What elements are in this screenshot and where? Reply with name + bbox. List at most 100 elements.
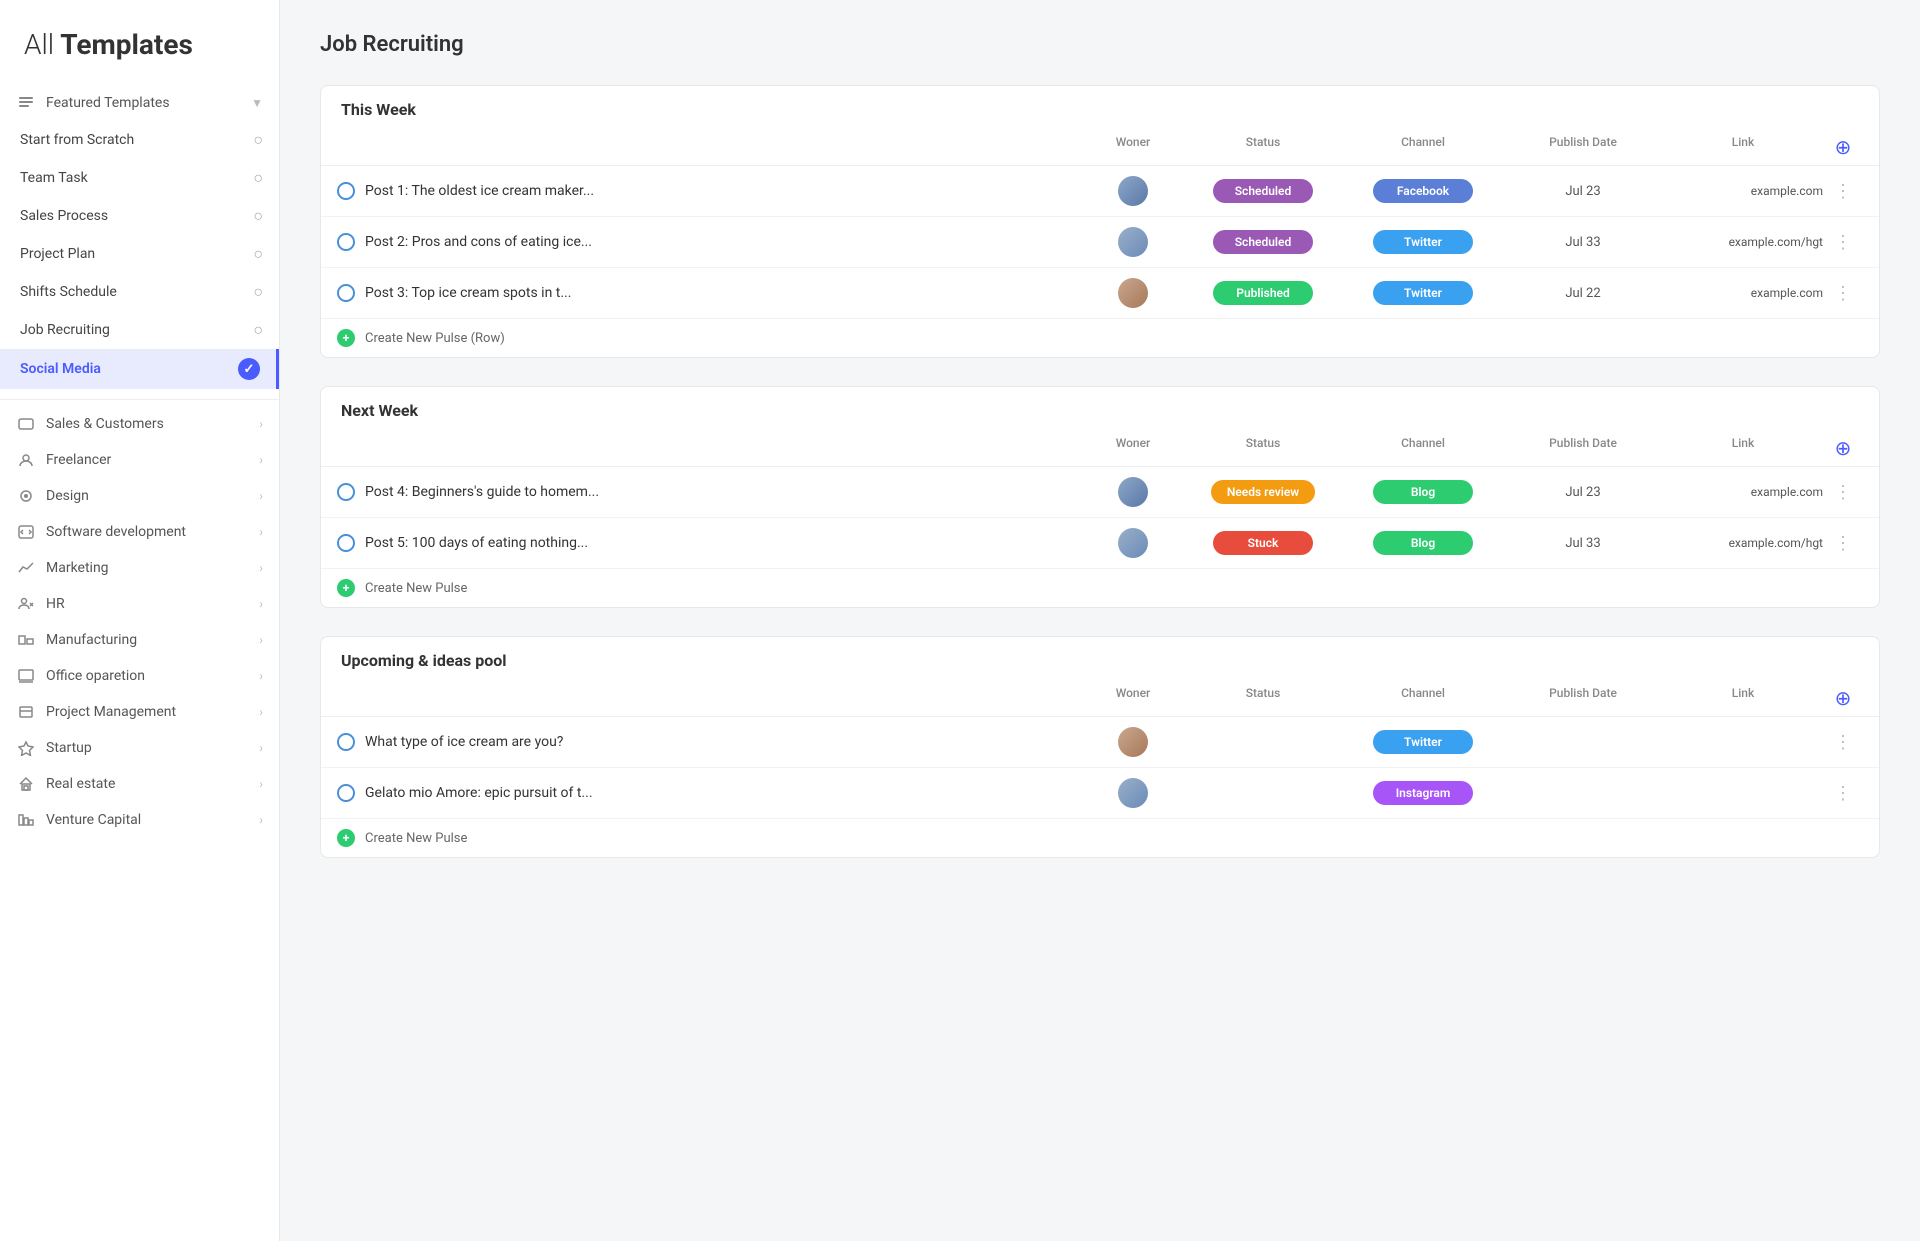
table-row: Post 3: Top ice cream spots in t... Publ… (321, 268, 1879, 319)
add-row-btn[interactable]: ⊕ (1823, 135, 1863, 159)
title-prefix: All (24, 28, 54, 61)
row-channel[interactable]: Twitter (1343, 230, 1503, 254)
design-icon (16, 486, 36, 506)
col-status: Status (1183, 436, 1343, 460)
col-publish-date: Publish Date (1503, 686, 1663, 710)
active-check-icon: ✓ (238, 358, 260, 380)
real-estate-icon (16, 774, 36, 794)
chevron-right-icon: › (259, 633, 263, 647)
row-channel[interactable]: Instagram (1343, 781, 1503, 805)
sidebar-item-manufacturing[interactable]: Manufacturing › (0, 622, 279, 658)
section-title: Next Week (341, 401, 418, 420)
sidebar-item-real-estate[interactable]: Real estate › (0, 766, 279, 802)
sidebar-item-software-development[interactable]: Software development › (0, 514, 279, 550)
check-icon: ○ (253, 320, 263, 340)
featured-templates-header[interactable]: Featured Templates ▼ (0, 85, 279, 121)
chevron-right-icon: › (259, 417, 263, 431)
row-link: example.com/hgt (1663, 536, 1823, 550)
sidebar-item-venture-capital[interactable]: Venture Capital › (0, 802, 279, 838)
row-status[interactable]: Scheduled (1183, 230, 1343, 254)
section-upcoming: Upcoming & ideas pool Woner Status Chann… (320, 636, 1880, 858)
row-status[interactable]: Scheduled (1183, 179, 1343, 203)
sidebar-item-label: Start from Scratch (20, 132, 245, 148)
check-icon: ○ (253, 282, 263, 302)
sidebar-item-start-from-scratch[interactable]: Start from Scratch ○ (0, 121, 279, 159)
category-label: Freelancer (46, 452, 249, 468)
row-circle-icon (337, 182, 355, 200)
row-channel[interactable]: Twitter (1343, 281, 1503, 305)
row-channel[interactable]: Blog (1343, 480, 1503, 504)
category-label: Project Management (46, 704, 249, 720)
table-row: Gelato mio Amore: epic pursuit of t... I… (321, 768, 1879, 819)
row-status[interactable]: Stuck (1183, 531, 1343, 555)
sidebar-item-sales-customers[interactable]: Sales & Customers › (0, 406, 279, 442)
col-channel: Channel (1343, 135, 1503, 159)
more-options-btn[interactable]: ⋮ (1823, 482, 1863, 503)
sidebar-item-job-recruiting[interactable]: Job Recruiting ○ (0, 311, 279, 349)
sidebar-item-office-operation[interactable]: Office oparetion › (0, 658, 279, 694)
sidebar-item-startup[interactable]: Startup › (0, 730, 279, 766)
chevron-right-icon: › (259, 741, 263, 755)
chevron-right-icon: › (259, 525, 263, 539)
sidebar-item-shifts-schedule[interactable]: Shifts Schedule ○ (0, 273, 279, 311)
create-pulse-row[interactable]: + Create New Pulse (Row) (321, 319, 1879, 357)
sidebar-item-freelancer[interactable]: Freelancer › (0, 442, 279, 478)
more-options-btn[interactable]: ⋮ (1823, 232, 1863, 253)
avatar (1118, 778, 1148, 808)
col-channel: Channel (1343, 686, 1503, 710)
sidebar-item-hr[interactable]: HR › (0, 586, 279, 622)
row-channel[interactable]: Twitter (1343, 730, 1503, 754)
row-date: Jul 22 (1503, 286, 1663, 301)
row-date: Jul 23 (1503, 184, 1663, 199)
add-row-btn[interactable]: ⊕ (1823, 686, 1863, 710)
sidebar-item-team-task[interactable]: Team Task ○ (0, 159, 279, 197)
row-avatar (1083, 528, 1183, 558)
sidebar-item-design[interactable]: Design › (0, 478, 279, 514)
more-options-btn[interactable]: ⋮ (1823, 732, 1863, 753)
row-channel[interactable]: Blog (1343, 531, 1503, 555)
more-options-btn[interactable]: ⋮ (1823, 533, 1863, 554)
categories-list: Sales & Customers › Freelancer › Design … (0, 406, 279, 838)
sidebar-item-label: Shifts Schedule (20, 284, 245, 300)
row-circle-icon (337, 284, 355, 302)
more-options-btn[interactable]: ⋮ (1823, 283, 1863, 304)
create-pulse-label: Create New Pulse (365, 581, 467, 596)
channel-badge: Blog (1373, 480, 1473, 504)
row-status[interactable]: Needs review (1183, 480, 1343, 504)
create-pulse-row[interactable]: + Create New Pulse (321, 819, 1879, 857)
col-woner: Woner (1083, 436, 1183, 460)
chevron-right-icon: › (259, 669, 263, 683)
channel-badge: Twitter (1373, 230, 1473, 254)
row-status[interactable]: Published (1183, 281, 1343, 305)
sidebar-item-sales-process[interactable]: Sales Process ○ (0, 197, 279, 235)
sidebar-item-project-plan[interactable]: Project Plan ○ (0, 235, 279, 273)
category-label: Design (46, 488, 249, 504)
row-channel[interactable]: Facebook (1343, 179, 1503, 203)
status-badge: Scheduled (1213, 230, 1313, 254)
create-pulse-row[interactable]: + Create New Pulse (321, 569, 1879, 607)
sidebar-item-project-management[interactable]: Project Management › (0, 694, 279, 730)
row-title: What type of ice cream are you? (337, 733, 1083, 751)
category-label: Software development (46, 524, 249, 540)
table-row: Post 2: Pros and cons of eating ice... S… (321, 217, 1879, 268)
featured-icon (16, 93, 36, 113)
plus-icon: + (337, 329, 355, 347)
row-avatar (1083, 477, 1183, 507)
column-headers: Woner Status Channel Publish Date Link ⊕ (321, 678, 1879, 717)
row-date: Jul 33 (1503, 235, 1663, 250)
sidebar-item-marketing[interactable]: Marketing › (0, 550, 279, 586)
sidebar-item-social-media[interactable]: Social Media ✓ (0, 349, 279, 389)
row-date: Jul 33 (1503, 536, 1663, 551)
chevron-right-icon: › (259, 705, 263, 719)
section-next-week: Next Week Woner Status Channel Publish D… (320, 386, 1880, 608)
row-text: Post 5: 100 days of eating nothing... (365, 535, 588, 551)
row-avatar (1083, 727, 1183, 757)
row-title: Gelato mio Amore: epic pursuit of t... (337, 784, 1083, 802)
add-row-btn[interactable]: ⊕ (1823, 436, 1863, 460)
row-text: Post 4: Beginners's guide to homem... (365, 484, 599, 500)
more-options-btn[interactable]: ⋮ (1823, 783, 1863, 804)
row-link: example.com (1663, 286, 1823, 300)
row-avatar (1083, 278, 1183, 308)
more-options-btn[interactable]: ⋮ (1823, 181, 1863, 202)
row-text: Post 2: Pros and cons of eating ice... (365, 234, 592, 250)
